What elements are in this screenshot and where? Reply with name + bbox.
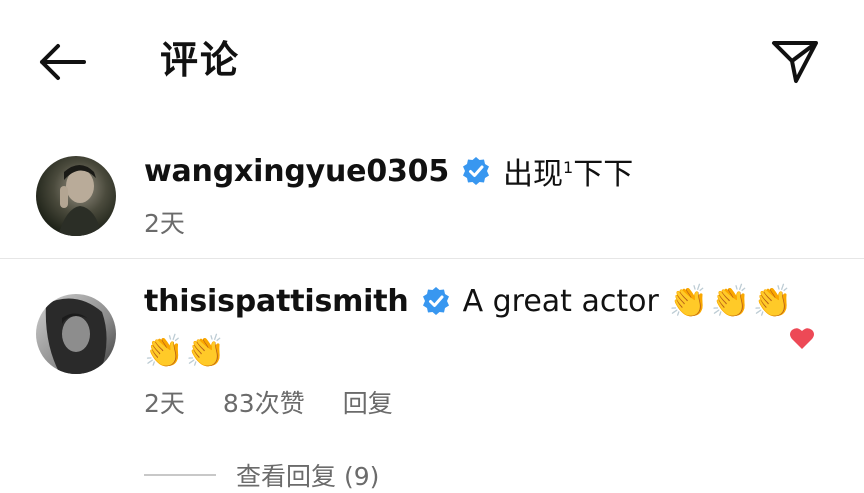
comment-line: thisispattismith A great actor 👏 👏 👏 [144, 282, 792, 320]
comment-meta: 2天 [144, 204, 185, 240]
reply-button[interactable]: 回复 [343, 384, 393, 420]
like-count[interactable]: 83次赞 [223, 384, 305, 420]
comment-item: thisispattismith A great actor 👏 👏 👏 👏 👏… [0, 282, 864, 432]
back-button[interactable] [34, 34, 90, 90]
clapping-hands-icon: 👏 [668, 282, 709, 320]
clapping-hands-icon: 👏 [710, 282, 751, 320]
comment-item: wangxingyue0305 出现1下下 2天 [0, 152, 864, 260]
page-title: 评论 [160, 38, 241, 82]
clapping-hands-icon: 👏 [185, 332, 226, 370]
comment-line: wangxingyue0305 出现1下下 [144, 152, 634, 193]
arrow-left-icon [40, 44, 86, 80]
avatar[interactable] [36, 156, 116, 236]
header: 评论 [0, 0, 864, 120]
avatar[interactable] [36, 294, 116, 374]
comment-text: A great actor [462, 283, 659, 319]
username[interactable]: thisispattismith [144, 284, 409, 319]
clapping-hands-icon: 👏 [752, 282, 793, 320]
timestamp: 2天 [144, 389, 185, 418]
divider [0, 258, 864, 259]
emoji-row: 👏 👏 [144, 332, 226, 370]
comment-meta: 2天 83次赞 回复 [144, 384, 393, 420]
heart-icon [790, 328, 814, 349]
timestamp: 2天 [144, 209, 185, 238]
share-button[interactable] [764, 32, 826, 92]
comment-text: 出现1下下 [503, 157, 634, 192]
view-replies-label[interactable]: 查看回复 (9) [236, 457, 379, 493]
like-button[interactable] [784, 320, 820, 356]
paper-plane-icon [772, 41, 818, 83]
clapping-hands-icon: 👏 [144, 332, 184, 370]
verified-badge-icon [461, 156, 491, 186]
verified-badge-icon [421, 286, 451, 316]
view-replies[interactable]: 查看回复 (9) [144, 457, 379, 493]
reply-divider [144, 474, 216, 476]
emoji-row: 👏 👏 👏 [669, 282, 793, 320]
username[interactable]: wangxingyue0305 [144, 154, 449, 189]
